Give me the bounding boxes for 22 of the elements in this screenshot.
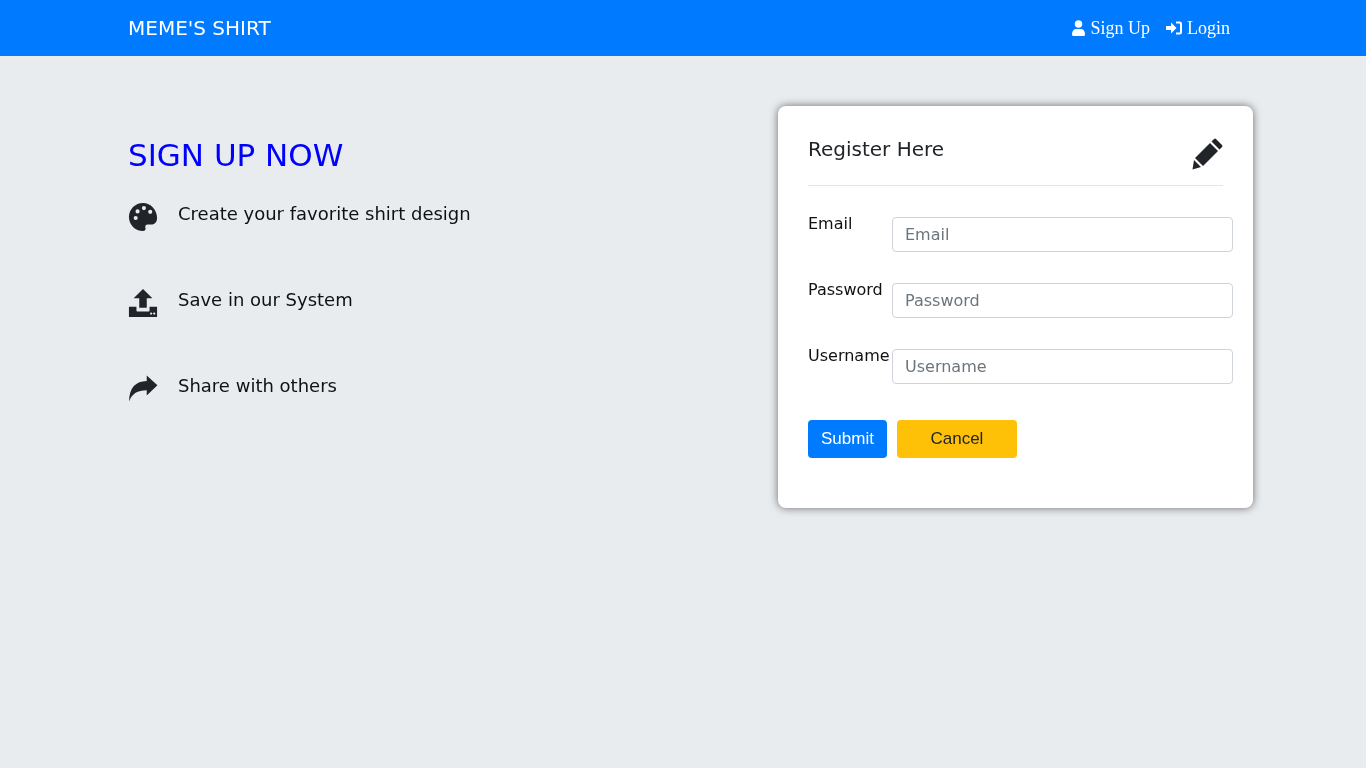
field-label: Username [808, 345, 891, 367]
upload-icon [128, 288, 158, 318]
feature-text: Share with others [178, 374, 337, 398]
brand-name[interactable]: MEME'S SHIRT [128, 16, 271, 40]
nav-link[interactable]: Login [1166, 17, 1230, 39]
feature-text: Save in our System [178, 288, 353, 312]
nav-link[interactable]: Sign Up [1072, 17, 1150, 39]
curved-arrow-icon [128, 375, 158, 402]
submit-button[interactable]: Submit [808, 420, 887, 458]
user-icon [1072, 20, 1086, 36]
feature-text: Create your favorite shirt design [178, 202, 471, 226]
card-title: Register Here [808, 137, 945, 161]
pencil-icon [1192, 138, 1223, 170]
page-heading: SIGN UP NOW [128, 137, 344, 174]
field-label: Email [808, 213, 854, 235]
palette-icon [128, 202, 158, 232]
field-label: Password [808, 279, 884, 301]
input-field[interactable]: Email [892, 217, 1233, 252]
input-field[interactable]: Password [892, 283, 1233, 318]
cancel-button[interactable]: Cancel [896, 420, 1017, 458]
input-field[interactable]: Username [892, 349, 1233, 384]
sign-in-icon [1166, 21, 1182, 35]
